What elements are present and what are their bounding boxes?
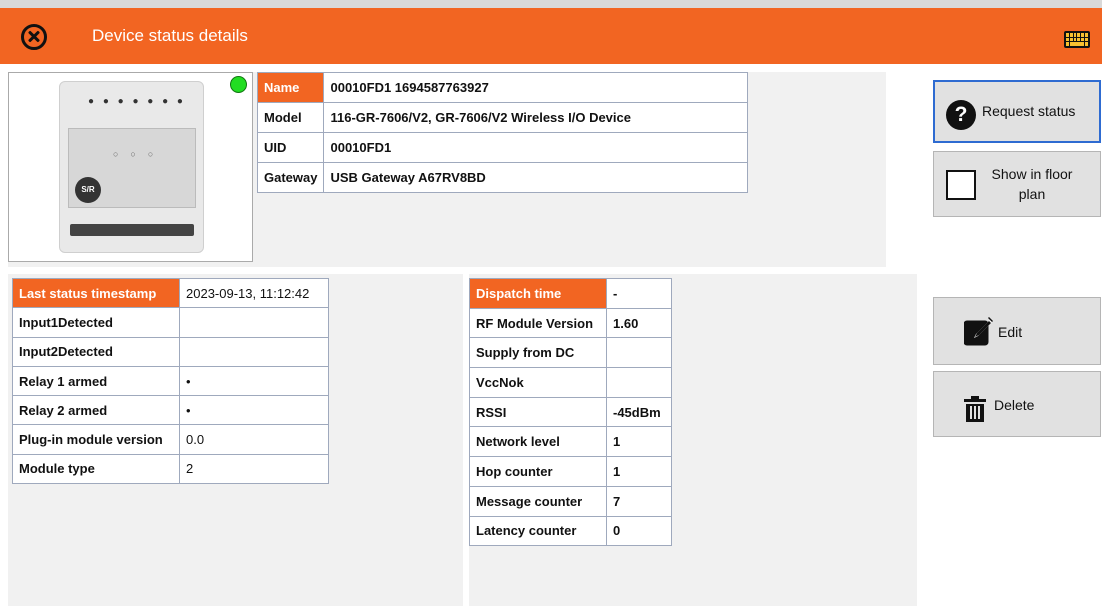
keyboard-icon[interactable]	[1064, 31, 1090, 48]
table-key: Latency counter	[469, 515, 607, 547]
table-row: RSSI -45dBm	[469, 396, 672, 428]
close-icon[interactable]	[21, 24, 47, 50]
table-value: -45dBm	[606, 396, 672, 428]
device-image: ● ● ● ● ● ● ● ○○○ S/R	[8, 72, 253, 262]
table-key: RSSI	[469, 396, 607, 428]
title-bar: Device status details	[0, 8, 1102, 64]
table-key: Message counter	[469, 485, 607, 517]
table-key: Plug-in module version	[12, 424, 180, 455]
table-row: Input1Detected	[12, 307, 329, 338]
table-row: Relay 2 armed •	[12, 395, 329, 426]
table-key: Input2Detected	[12, 336, 180, 367]
table-key: Gateway	[256, 162, 325, 193]
status-table: Last status timestamp 2023-09-13, 11:12:…	[12, 277, 329, 485]
table-value: 0	[606, 515, 672, 547]
table-row: Dispatch time -	[469, 278, 672, 309]
table-key: Relay 2 armed	[12, 395, 180, 426]
radio-table: Dispatch time - RF Module Version 1.60 S…	[469, 278, 672, 547]
table-value: 2	[179, 453, 329, 485]
table-value: •	[179, 395, 329, 426]
table-value: 1	[606, 426, 672, 458]
table-value: -	[606, 278, 672, 309]
table-row: RF Module Version 1.60	[469, 307, 672, 339]
trash-icon	[964, 396, 986, 422]
table-value: 0.0	[179, 424, 329, 455]
table-row: Name 00010FD1 1694587763927	[256, 72, 749, 103]
table-row: VccNok	[469, 367, 672, 398]
table-row: Latency counter 0	[469, 515, 672, 547]
device-illustration: ● ● ● ● ● ● ● ○○○ S/R	[59, 81, 204, 253]
table-row: UID 00010FD1	[256, 132, 749, 163]
window-top-strip	[0, 0, 1102, 8]
table-key: Hop counter	[469, 456, 607, 487]
table-key: Supply from DC	[469, 337, 607, 369]
table-row: Plug-in module version 0.0	[12, 424, 329, 455]
edit-label: Edit	[998, 324, 1023, 340]
delete-button[interactable]: Delete	[933, 371, 1101, 437]
table-key: Name	[256, 72, 325, 103]
table-row: Supply from DC	[469, 337, 672, 369]
table-row: Module type 2	[12, 453, 329, 485]
table-row: Model 116-GR-7606/V2, GR-7606/V2 Wireles…	[256, 102, 749, 133]
table-value: USB Gateway A67RV8BD	[323, 162, 749, 193]
table-value: 7	[606, 485, 672, 517]
table-key: Relay 1 armed	[12, 365, 180, 397]
table-key: UID	[256, 132, 325, 163]
floor-plan-label: Show in floor plan	[991, 166, 1073, 202]
table-row: Hop counter 1	[469, 456, 672, 487]
table-value	[179, 307, 329, 338]
table-row: Input2Detected	[12, 336, 329, 367]
request-status-button[interactable]: ? Request status	[933, 80, 1101, 143]
edit-button[interactable]: Edit	[933, 297, 1101, 365]
table-value: •	[179, 365, 329, 397]
table-key: Model	[256, 102, 325, 133]
question-icon: ?	[946, 100, 976, 130]
table-value: 00010FD1	[323, 132, 749, 163]
table-key: VccNok	[469, 367, 607, 398]
table-key: Network level	[469, 426, 607, 458]
page-title: Device status details	[92, 26, 248, 45]
delete-label: Delete	[994, 397, 1035, 413]
table-value: 2023-09-13, 11:12:42	[179, 277, 329, 309]
table-key: Input1Detected	[12, 307, 180, 338]
table-value: 1.60	[606, 307, 672, 339]
online-status-indicator	[230, 76, 247, 93]
table-row: Relay 1 armed •	[12, 365, 329, 397]
table-key: Module type	[12, 453, 180, 485]
edit-icon	[964, 317, 993, 346]
table-value	[179, 336, 329, 367]
table-key: RF Module Version	[469, 307, 607, 339]
floor-plan-icon	[946, 170, 976, 200]
table-key: Dispatch time	[469, 278, 607, 309]
table-row: Network level 1	[469, 426, 672, 458]
table-row: Gateway USB Gateway A67RV8BD	[256, 162, 749, 193]
table-row: Message counter 7	[469, 485, 672, 517]
table-value: 116-GR-7606/V2, GR-7606/V2 Wireless I/O …	[323, 102, 749, 133]
show-in-floor-plan-button[interactable]: Show in floor plan	[933, 151, 1101, 217]
device-info-table: Name 00010FD1 1694587763927 Model 116-GR…	[256, 72, 749, 193]
table-value	[606, 337, 672, 369]
table-row: Last status timestamp 2023-09-13, 11:12:…	[12, 277, 329, 309]
table-key: Last status timestamp	[12, 277, 180, 309]
request-status-label: Request status	[982, 103, 1076, 119]
table-value	[606, 367, 672, 398]
table-value: 1	[606, 456, 672, 487]
table-value: 00010FD1 1694587763927	[323, 72, 749, 103]
